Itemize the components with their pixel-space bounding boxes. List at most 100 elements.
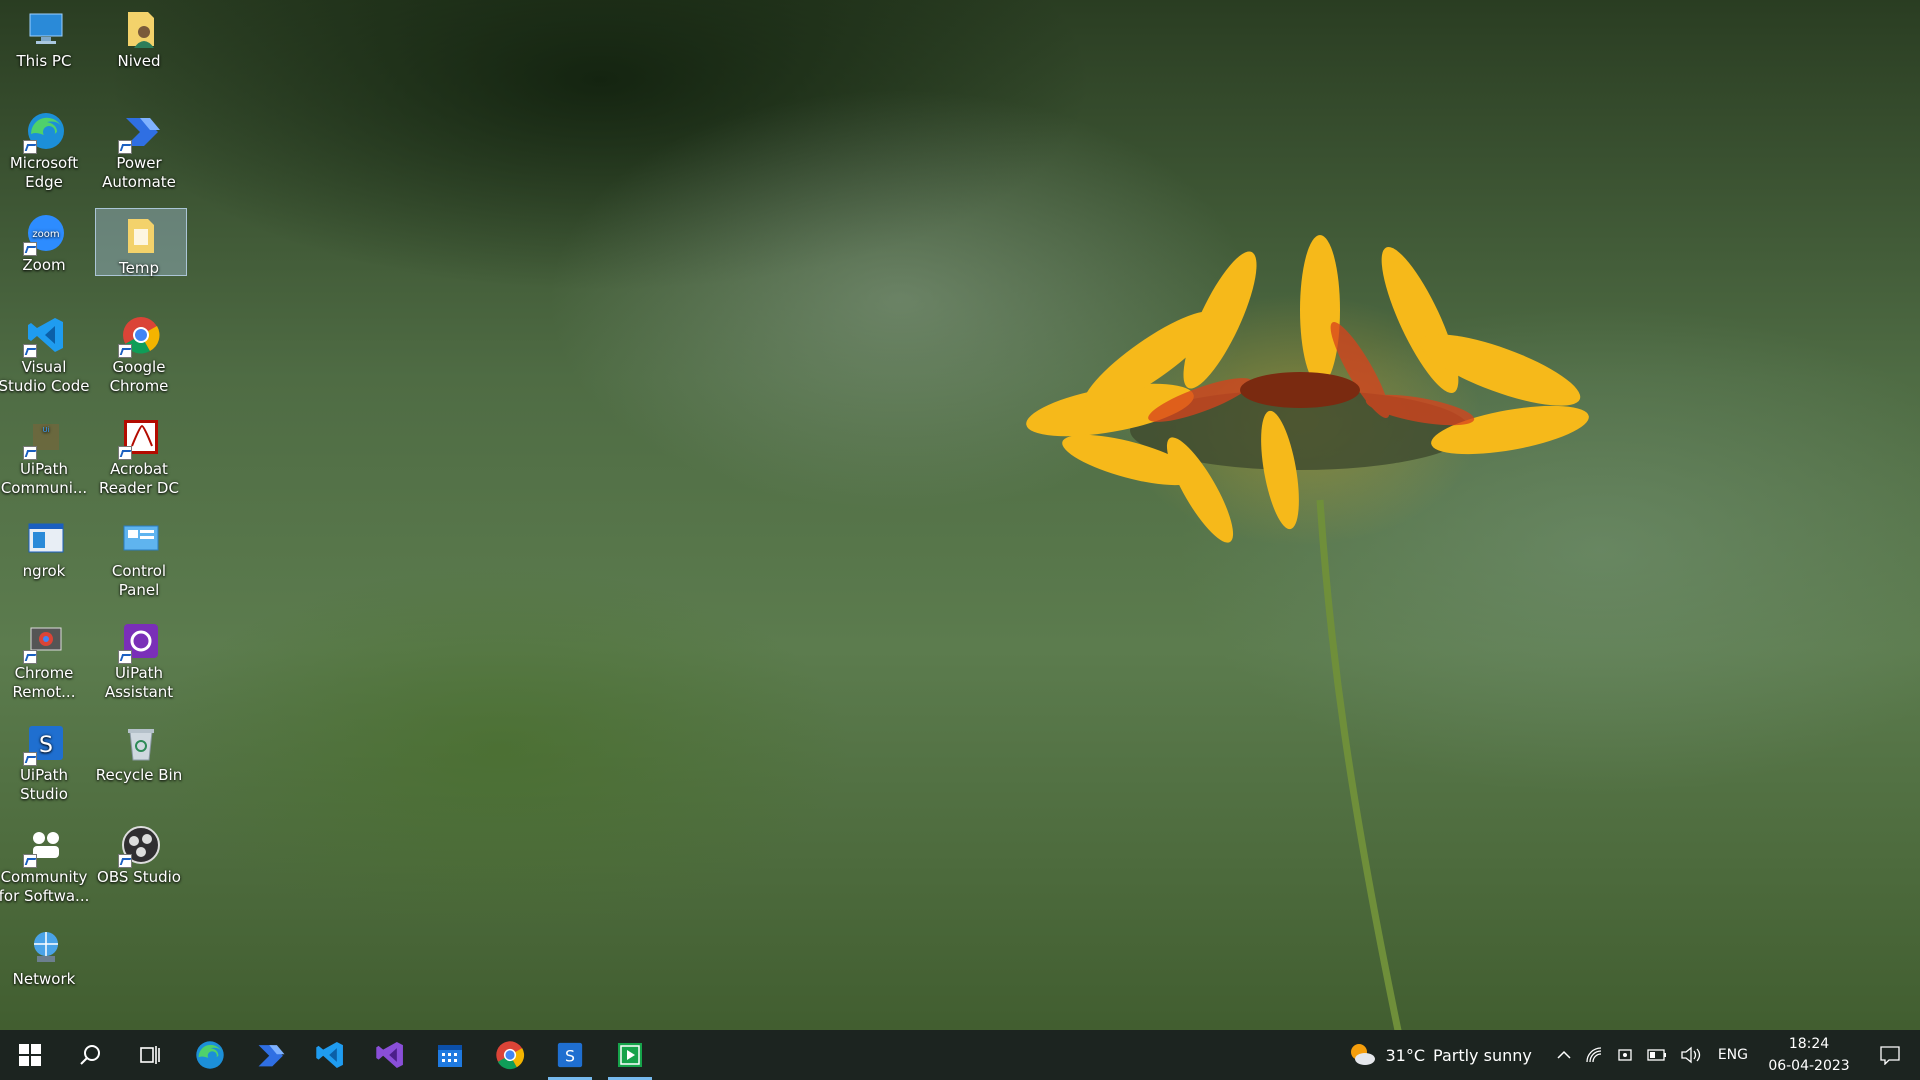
desktop-icon-nived[interactable]: Nived [97, 2, 185, 98]
desktop-icon-label: Community for Softwa... [0, 868, 90, 905]
desktop-icon-label: This PC [16, 52, 72, 70]
chrome-icon [118, 314, 162, 358]
desktop-icon-label: Nived [117, 52, 161, 70]
chevron-up-icon [1557, 1050, 1571, 1059]
weather-condition: Partly sunny [1433, 1045, 1532, 1065]
webcam-icon [1618, 1049, 1632, 1061]
desktop-icon-label: OBS Studio [97, 868, 181, 886]
desktop-icon-label: Visual Studio Code [0, 358, 90, 395]
recycle-bin-icon [120, 722, 162, 764]
wallpaper-flower [1026, 235, 1589, 1040]
desktop-icon-chrome[interactable]: Google Chrome [97, 308, 185, 404]
desktop-icon-label: Network [12, 970, 76, 988]
network-tray-button[interactable] [1578, 1030, 1610, 1080]
desktop-icon-this-pc[interactable]: This PC [2, 2, 90, 98]
power-automate-icon [258, 1045, 285, 1067]
taskbar: S 31°C Partly sunny ENG 18:24 06-04-2023 [0, 1030, 1920, 1080]
taskbar-vscode[interactable] [300, 1030, 360, 1080]
desktop-icon-obs[interactable]: OBS Studio [97, 818, 185, 914]
desktop-icon-network[interactable]: Network [2, 920, 90, 1016]
desktop-icon-ngrok[interactable]: ngrok [2, 512, 90, 608]
battery-button[interactable] [1640, 1030, 1674, 1080]
uipath-assistant-icon [118, 620, 162, 664]
desktop-icon-uipath-studio[interactable]: S UiPath Studio [2, 716, 90, 812]
clock[interactable]: 18:24 06-04-2023 [1758, 1030, 1860, 1080]
search-icon [80, 1045, 100, 1065]
weather-widget[interactable]: 31°C Partly sunny [1341, 1030, 1549, 1080]
edge-icon [196, 1041, 224, 1069]
edge-icon [23, 110, 67, 154]
shortcut-arrow-icon [118, 140, 132, 154]
power-automate-icon [118, 110, 162, 154]
community-icon [23, 824, 67, 868]
desktop-icon-label: Power Automate [102, 154, 176, 191]
desktop-icon-uipath-assistant[interactable]: UiPath Assistant [97, 614, 185, 710]
taskbar-uipath-studio[interactable]: S [540, 1030, 600, 1080]
windows-icon [19, 1044, 41, 1066]
uipath-studio-icon: S [23, 722, 67, 766]
shortcut-arrow-icon [118, 650, 132, 664]
desktop-icon-power-automate[interactable]: Power Automate [97, 104, 185, 200]
desktop-icon-community[interactable]: Community for Softwa... [0, 818, 90, 914]
partly-sunny-icon [1351, 1044, 1376, 1065]
taskbar-visual-studio[interactable] [360, 1030, 420, 1080]
shortcut-arrow-icon [23, 752, 37, 766]
shortcut-arrow-icon [23, 446, 37, 460]
action-center-button[interactable] [1860, 1030, 1920, 1080]
desktop-icon-label: Google Chrome [109, 358, 169, 395]
clock-time: 18:24 [1788, 1036, 1830, 1052]
shortcut-arrow-icon [118, 854, 132, 868]
taskbar-media-player[interactable] [600, 1030, 660, 1080]
desktop-icon-label: Temp [119, 259, 159, 277]
uipath-studio-icon: S [557, 1042, 583, 1068]
desktop-icon-zoom[interactable]: zoom Zoom [2, 206, 90, 302]
desktop-icon-acrobat[interactable]: Acrobat Reader DC [97, 410, 185, 506]
shortcut-arrow-icon [23, 650, 37, 664]
desktop-icon-control-panel[interactable]: Control Panel [97, 512, 185, 608]
desktop-icon-chrome-remote[interactable]: Chrome Remot... [2, 614, 90, 710]
temp-folder-icon [120, 215, 162, 257]
desktop-icon-label: Microsoft Edge [9, 154, 79, 191]
system-tray: 31°C Partly sunny ENG 18:24 06-04-2023 [1341, 1030, 1920, 1080]
taskbar-chrome[interactable] [480, 1030, 540, 1080]
svg-text:zoom: zoom [32, 229, 59, 240]
desktop-icon-grid: This PC Nived Microsoft Edge Power Autom… [0, 0, 200, 1030]
speaker-icon [1681, 1046, 1700, 1064]
desktop-icon-temp[interactable]: Temp [95, 208, 187, 277]
vscode-icon [316, 1042, 343, 1068]
task-view-button[interactable] [120, 1030, 180, 1080]
meet-now-button[interactable] [1610, 1030, 1640, 1080]
media-player-icon [618, 1043, 642, 1067]
task-view-icon [140, 1046, 160, 1064]
desktop-icon-edge[interactable]: Microsoft Edge [2, 104, 90, 200]
desktop-icon-label: Recycle Bin [95, 766, 183, 784]
zoom-icon: zoom [23, 212, 67, 256]
search-button[interactable] [60, 1030, 120, 1080]
shortcut-arrow-icon [23, 344, 37, 358]
desktop-icon-label: Acrobat Reader DC [99, 460, 179, 497]
svg-text:S: S [39, 733, 53, 758]
shortcut-arrow-icon [118, 446, 132, 460]
language-indicator[interactable]: ENG [1708, 1030, 1758, 1080]
chrome-icon [496, 1041, 525, 1070]
taskbar-calendar[interactable] [420, 1030, 480, 1080]
desktop-icon-recycle-bin[interactable]: Recycle Bin [96, 716, 185, 812]
acrobat-icon [118, 416, 162, 460]
calendar-icon [438, 1045, 462, 1067]
vscode-icon [23, 314, 67, 358]
obs-icon [118, 824, 162, 868]
taskbar-edge[interactable] [180, 1030, 240, 1080]
desktop-icon-label: Zoom [22, 256, 66, 274]
chrome-remote-icon [23, 620, 67, 664]
volume-button[interactable] [1674, 1030, 1708, 1080]
taskbar-power-automate[interactable] [240, 1030, 300, 1080]
desktop-icon-uipath-community[interactable]: Ui UiPath Communi... [1, 410, 90, 506]
desktop-icon-vscode[interactable]: Visual Studio Code [0, 308, 90, 404]
visual-studio-icon [376, 1042, 403, 1068]
user-folder-icon [120, 8, 162, 50]
show-hidden-icons-button[interactable] [1550, 1030, 1578, 1080]
start-button[interactable] [0, 1030, 60, 1080]
notification-icon [1880, 1046, 1900, 1065]
control-panel-icon [120, 518, 162, 560]
this-pc-icon [25, 8, 67, 50]
